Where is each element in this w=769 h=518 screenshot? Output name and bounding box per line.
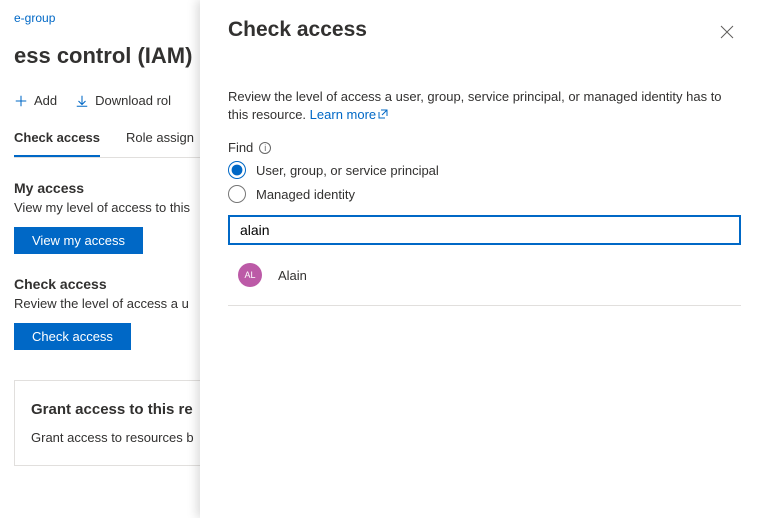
panel-title: Check access: [228, 18, 367, 42]
check-access-button[interactable]: Check access: [14, 323, 131, 350]
breadcrumb-link[interactable]: e-group: [14, 11, 55, 25]
radio-user-group-label: User, group, or service principal: [256, 163, 439, 178]
close-icon: [720, 25, 734, 39]
close-button[interactable]: [713, 18, 741, 46]
find-label: Find: [228, 140, 253, 155]
result-name: Alain: [278, 268, 307, 283]
search-results: AL Alain: [228, 249, 741, 306]
external-link-icon: [378, 106, 388, 124]
view-my-access-button[interactable]: View my access: [14, 227, 143, 254]
learn-more-link[interactable]: Learn more: [310, 107, 388, 122]
radio-managed-identity[interactable]: Managed identity: [228, 185, 741, 203]
avatar: AL: [238, 263, 262, 287]
radio-managed-identity-label: Managed identity: [256, 187, 355, 202]
radio-user-group-input[interactable]: [228, 161, 246, 179]
download-button[interactable]: Download rol: [75, 93, 171, 108]
tab-role-assign[interactable]: Role assign: [126, 130, 194, 157]
plus-icon: [14, 94, 28, 108]
tab-check-access[interactable]: Check access: [14, 130, 100, 157]
add-label: Add: [34, 93, 57, 108]
panel-description: Review the level of access a user, group…: [228, 88, 741, 124]
download-icon: [75, 94, 89, 108]
info-icon[interactable]: i: [259, 142, 271, 154]
result-divider: [228, 305, 741, 306]
radio-managed-identity-input[interactable]: [228, 185, 246, 203]
add-button[interactable]: Add: [14, 93, 57, 108]
result-item[interactable]: AL Alain: [228, 249, 741, 301]
download-label: Download rol: [95, 93, 171, 108]
radio-user-group[interactable]: User, group, or service principal: [228, 161, 741, 179]
search-input[interactable]: [228, 215, 741, 245]
check-access-panel: Check access Review the level of access …: [200, 0, 769, 518]
